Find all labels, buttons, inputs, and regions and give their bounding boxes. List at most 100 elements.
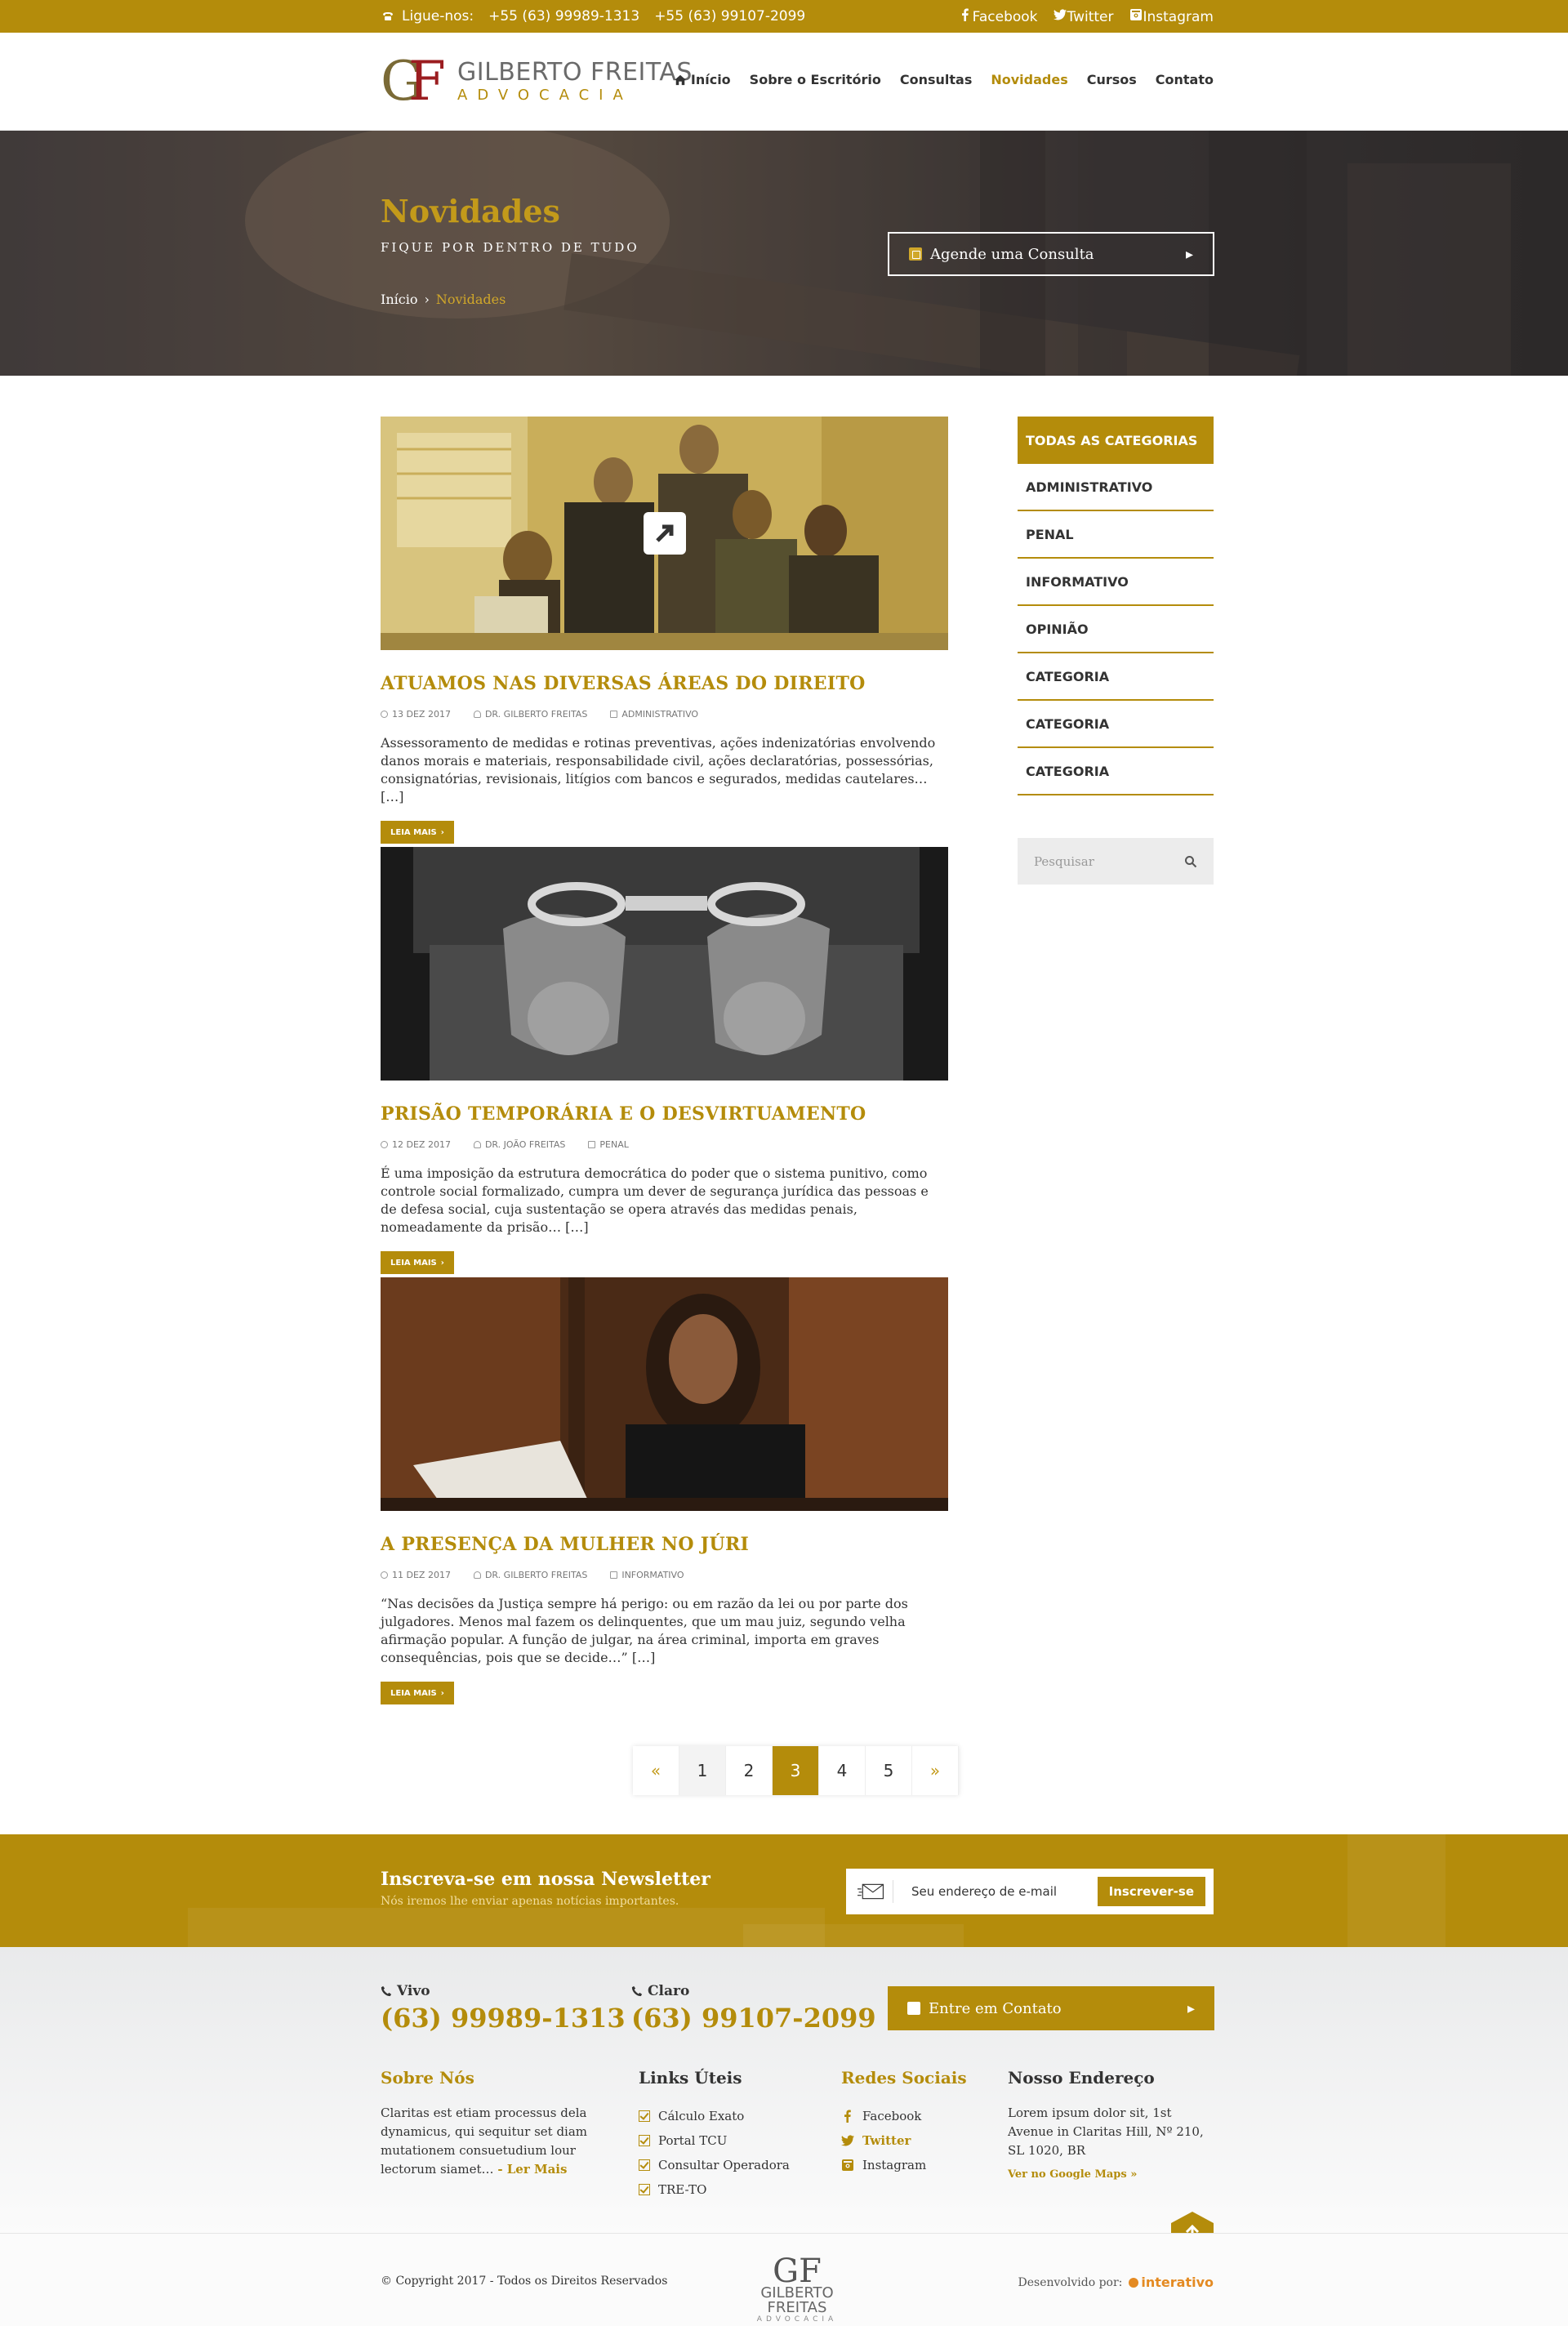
pagination-page-1[interactable]: 1 — [679, 1746, 726, 1795]
site-logo[interactable]: G F GILBERTO FREITAS ADVOCACIA — [381, 53, 693, 110]
footer-link[interactable]: Portal TCU — [639, 2128, 818, 2153]
search-input[interactable]: Pesquisar — [1018, 838, 1214, 885]
instagram-icon — [1129, 7, 1143, 22]
post-image-handcuffs[interactable] — [381, 847, 948, 1081]
footer-about: Sobre Nós Claritas est etiam processus d… — [381, 2068, 601, 2179]
footer-instagram-link[interactable]: Instagram — [841, 2153, 996, 2177]
subscribe-button[interactable]: Inscrever-se — [1097, 1877, 1205, 1906]
post-date: 11 DEZ 2017 — [381, 1570, 451, 1580]
pagination-page-3[interactable]: 3 — [773, 1746, 819, 1795]
post-category[interactable]: PENAL — [588, 1139, 629, 1150]
top-phone-2[interactable]: +55 (63) 99107-2099 — [654, 8, 805, 25]
post-image-judge[interactable] — [381, 1277, 948, 1511]
footer-facebook-link[interactable]: Facebook — [841, 2104, 996, 2128]
post-title[interactable]: ATUAMOS NAS DIVERSAS ÁREAS DO DIREITO — [381, 673, 948, 694]
search-icon[interactable] — [1184, 855, 1197, 868]
home-icon — [674, 74, 686, 85]
email-field[interactable]: Seu endereço de e-mail — [911, 1884, 1098, 1899]
post-category[interactable]: ADMINISTRATIVO — [610, 709, 698, 720]
footer-link[interactable]: TRE-TO — [639, 2177, 818, 2202]
category-all[interactable]: TODAS AS CATEGORIAS — [1018, 417, 1214, 464]
post-author: DR. JOÃO FREITAS — [473, 1139, 565, 1150]
google-maps-link[interactable]: Ver no Google Maps » — [1008, 2168, 1137, 2181]
post-meta: 13 DEZ 2017 DR. GILBERTO FREITAS ADMINIS… — [381, 709, 948, 720]
category-informativo[interactable]: INFORMATIVO — [1018, 559, 1214, 606]
category-penal[interactable]: PENAL — [1018, 511, 1214, 559]
footer-links: Links Úteis Cálculo Exato Portal TCU Con… — [639, 2068, 818, 2202]
copyright: © Copyright 2017 - Todos os Direitos Res… — [381, 2275, 668, 2288]
nav-novidades[interactable]: Novidades — [991, 72, 1067, 87]
decorative-shape — [743, 1924, 964, 1947]
call-label: Ligue-nos: — [402, 8, 474, 25]
nav-consultas[interactable]: Consultas — [900, 72, 973, 87]
category-item[interactable]: CATEGORIA — [1018, 748, 1214, 795]
twitter-icon — [841, 2135, 854, 2146]
pagination-next[interactable]: » — [912, 1746, 959, 1795]
top-bar: Ligue-nos: +55 (63) 99989-1313 +55 (63) … — [0, 0, 1568, 33]
hero-overlay — [0, 131, 1568, 376]
post-excerpt: Assessoramento de medidas e rotinas prev… — [381, 735, 936, 804]
category-item[interactable]: CATEGORIA — [1018, 701, 1214, 748]
read-more-link[interactable]: - Ler Mais — [497, 2162, 567, 2177]
developer-logo[interactable]: interativo — [1129, 2275, 1214, 2290]
envelope-icon — [858, 1880, 893, 1903]
footer-link[interactable]: Cálculo Exato — [639, 2104, 818, 2128]
post-date: 13 DEZ 2017 — [381, 709, 451, 720]
clock-icon — [381, 711, 388, 718]
read-more-button[interactable]: LEIA MAIS › — [381, 821, 454, 844]
nav-sobre[interactable]: Sobre o Escritório — [750, 72, 881, 87]
logo-name: GILBERTO FREITAS — [457, 58, 693, 87]
checkbox-icon — [639, 2184, 650, 2195]
folder-icon — [610, 711, 618, 718]
post-category[interactable]: INFORMATIVO — [610, 1570, 684, 1580]
caret-right-icon: ▸ — [1185, 245, 1193, 263]
breadcrumb-home[interactable]: Início — [381, 292, 417, 307]
category-opiniao[interactable]: OPINIÃO — [1018, 606, 1214, 653]
footer-about-title: Sobre Nós — [381, 2068, 474, 2088]
caret-right-icon: ▸ — [1187, 1999, 1195, 2017]
open-link-icon — [644, 512, 686, 555]
category-administrativo[interactable]: ADMINISTRATIVO — [1018, 464, 1214, 511]
facebook-icon — [844, 2110, 851, 2123]
nav-cursos[interactable]: Cursos — [1087, 72, 1137, 87]
main-nav: Início Sobre o Escritório Consultas Novi… — [674, 72, 1214, 87]
post-title[interactable]: A PRESENÇA DA MULHER NO JÚRI — [381, 1534, 948, 1555]
newsletter-form: Seu endereço de e-mail Inscrever-se — [846, 1869, 1214, 1914]
contact-button[interactable]: Entre em Contato ▸ — [888, 1986, 1214, 2030]
footer-twitter-link[interactable]: Twitter — [841, 2128, 996, 2153]
breadcrumb-separator: › — [424, 292, 430, 307]
pagination-page-2[interactable]: 2 — [726, 1746, 773, 1795]
logo-mark: G F — [381, 50, 446, 113]
clock-icon — [381, 1571, 388, 1579]
read-more-button[interactable]: LEIA MAIS › — [381, 1682, 454, 1704]
chevron-right-icon: › — [440, 1688, 444, 1698]
footer-logo[interactable]: GF GILBERTO FREITAS ADVOCACIA — [732, 2255, 862, 2324]
footer-link[interactable]: Consultar Operadora — [639, 2153, 818, 2177]
top-instagram-link[interactable]: Instagram — [1129, 7, 1214, 25]
top-twitter-link[interactable]: Twitter — [1053, 7, 1114, 25]
schedule-consultation-button[interactable]: Agende uma Consulta ▸ — [888, 232, 1214, 276]
pagination-prev[interactable]: « — [633, 1746, 679, 1795]
nav-inicio[interactable]: Início — [674, 72, 731, 87]
user-icon — [473, 1571, 481, 1579]
pagination-page-4[interactable]: 4 — [819, 1746, 866, 1795]
user-icon — [473, 711, 481, 718]
read-more-button[interactable]: LEIA MAIS › — [381, 1251, 454, 1274]
phone-group: Ligue-nos: — [381, 8, 474, 25]
phone-icon — [381, 9, 395, 24]
top-phone-1[interactable]: +55 (63) 99989-1313 — [488, 8, 639, 25]
newsletter-section: Inscreva-se em nossa Newsletter Nós irem… — [0, 1834, 1568, 1947]
top-facebook-link[interactable]: Facebook — [958, 7, 1038, 25]
post-title[interactable]: PRISÃO TEMPORÁRIA E O DESVIRTUAMENTO — [381, 1103, 948, 1125]
site-footer: Vivo (63) 99989-1313 Claro (63) 99107-20… — [0, 1947, 1568, 2233]
logo-subtitle: ADVOCACIA — [457, 87, 633, 104]
post-image-meeting[interactable] — [381, 417, 948, 650]
decorative-shape — [188, 1908, 825, 1947]
pagination-page-5[interactable]: 5 — [866, 1746, 912, 1795]
nav-contato[interactable]: Contato — [1156, 72, 1214, 87]
post-author: DR. GILBERTO FREITAS — [473, 709, 587, 720]
phone-vivo-number[interactable]: (63) 99989-1313 — [381, 2003, 626, 2034]
post-item: PRISÃO TEMPORÁRIA E O DESVIRTUAMENTO 12 … — [381, 847, 948, 1274]
category-item[interactable]: CATEGORIA — [1018, 653, 1214, 701]
phone-claro-number[interactable]: (63) 99107-2099 — [631, 2003, 876, 2034]
